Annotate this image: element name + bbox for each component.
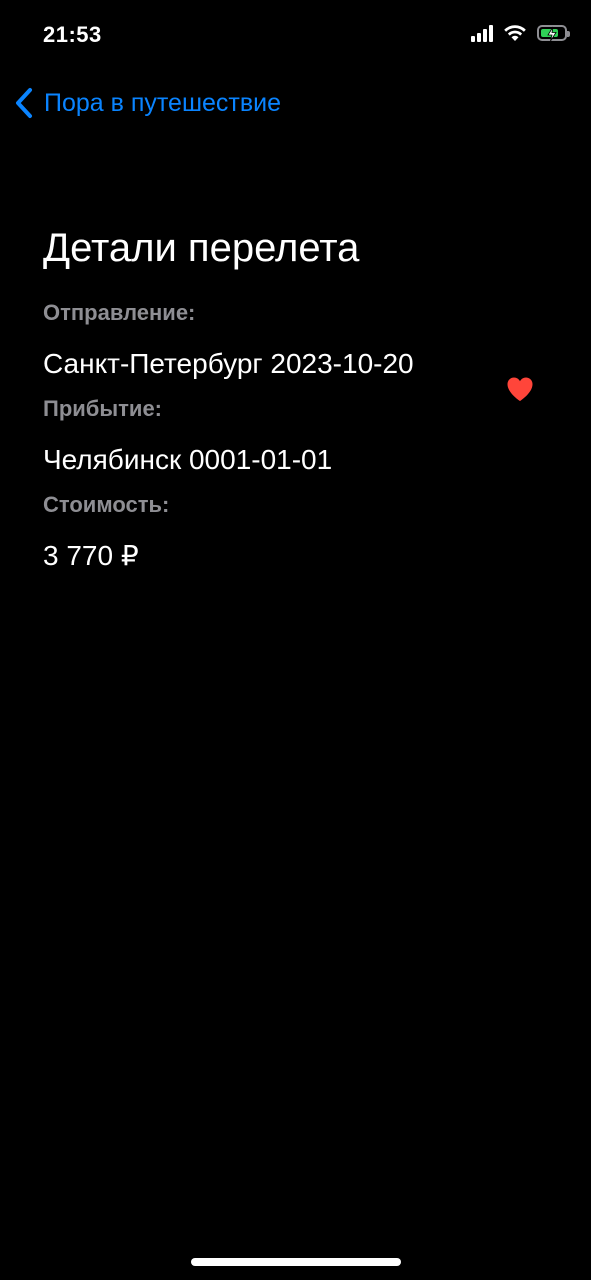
status-time: 21:53 (43, 22, 102, 47)
price-label: Стоимость: (43, 492, 170, 517)
departure-label: Отправление: (43, 300, 196, 325)
price-value: 3 770 ₽ (43, 540, 139, 571)
back-button[interactable]: Пора в путешествие (12, 86, 281, 120)
heart-icon[interactable] (506, 376, 534, 402)
navigation-bar: Пора в путешествие (0, 80, 591, 130)
flight-details: Детали перелета Отправление: Санкт-Петер… (43, 222, 563, 586)
arrival-value: Челябинск 0001-01-01 (43, 444, 333, 475)
status-bar: 21:53 (0, 0, 591, 70)
page-title: Детали перелета (43, 226, 360, 270)
chevron-left-icon (16, 88, 32, 118)
battery-charging-icon (537, 25, 570, 42)
back-button-label: Пора в путешествие (44, 88, 282, 117)
cellular-signal-icon (471, 24, 493, 42)
wifi-icon (504, 25, 526, 41)
status-icons (471, 24, 570, 42)
home-indicator[interactable] (191, 1258, 401, 1266)
arrival-label: Прибытие: (43, 396, 163, 421)
departure-value: Санкт-Петербург 2023-10-20 (43, 348, 414, 379)
